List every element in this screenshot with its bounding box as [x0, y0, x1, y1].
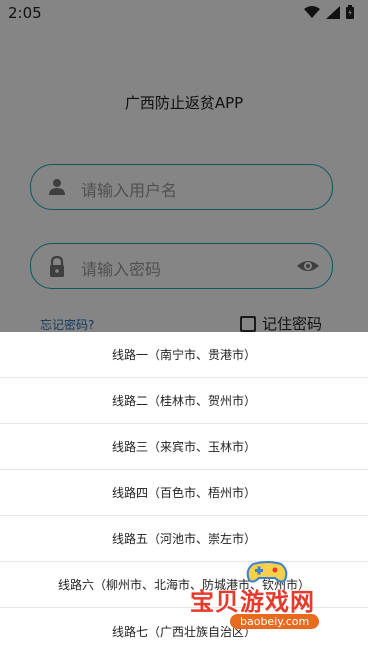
route-option-4[interactable]: 线路四（百色市、梧州市） [0, 470, 368, 516]
route-option-1[interactable]: 线路一（南宁市、贵港市） [0, 332, 368, 378]
screen: 2:05 广西防止返贫APP 请输入用户名 请输入密码 忘记密码? 记住密码 线… [0, 0, 368, 654]
route-option-2[interactable]: 线路二（桂林市、贺州市） [0, 378, 368, 424]
watermark: 宝贝游戏网 baobeiy.com [190, 560, 350, 640]
watermark-url: baobeiy.com [230, 614, 320, 629]
route-option-3[interactable]: 线路三（来宾市、玉林市） [0, 424, 368, 470]
watermark-name: 宝贝游戏网 [190, 588, 315, 616]
route-option-5[interactable]: 线路五（河池市、崇左市） [0, 516, 368, 562]
gamepad-icon [246, 561, 288, 583]
